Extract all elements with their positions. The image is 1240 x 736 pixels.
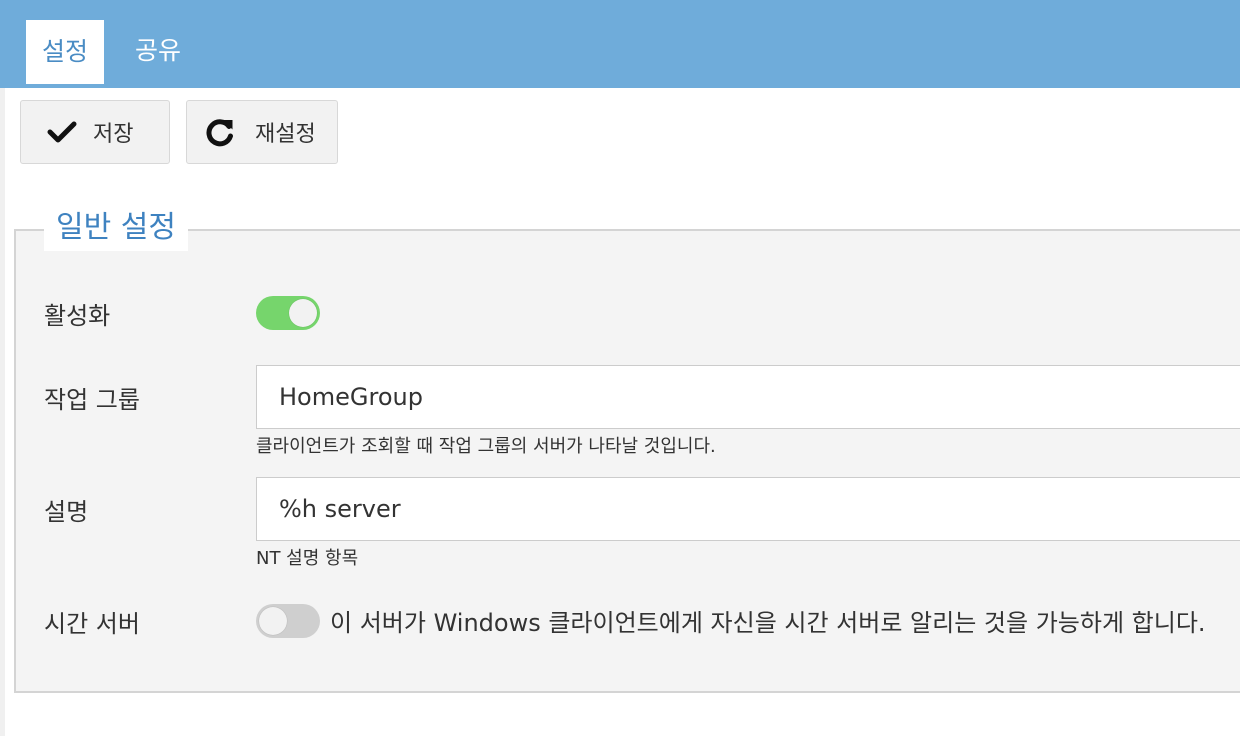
- enable-label: 활성화: [44, 302, 111, 330]
- workgroup-input[interactable]: [256, 365, 1240, 429]
- tab-settings[interactable]: 설정: [24, 18, 106, 86]
- workgroup-label: 작업 그룹: [44, 386, 140, 414]
- reset-button[interactable]: 재설정: [186, 100, 338, 164]
- tab-share[interactable]: 공유: [122, 16, 194, 86]
- tab-bar: 설정 공유: [0, 0, 1240, 88]
- description-input[interactable]: [256, 477, 1240, 541]
- toggle-knob: [259, 607, 287, 635]
- left-edge-divider: [0, 88, 5, 736]
- workgroup-help-text: 클라이언트가 조회할 때 작업 그룹의 서버가 나타날 것입니다.: [256, 436, 716, 457]
- reset-button-label: 재설정: [255, 122, 316, 147]
- description-help-text: NT 설명 항목: [256, 548, 359, 569]
- timeserver-toggle[interactable]: [256, 604, 320, 638]
- section-legend: 일반 설정: [44, 205, 188, 251]
- check-icon: [47, 117, 77, 147]
- timeserver-label: 시간 서버: [44, 610, 140, 638]
- save-button[interactable]: 저장: [20, 100, 170, 164]
- timeserver-description: 이 서버가 Windows 클라이언트에게 자신을 시간 서버로 알리는 것을 …: [330, 609, 1206, 637]
- toggle-knob: [289, 299, 317, 327]
- description-label: 설명: [44, 498, 89, 526]
- save-button-label: 저장: [93, 122, 134, 147]
- enable-toggle[interactable]: [256, 296, 320, 330]
- refresh-icon: [205, 117, 235, 147]
- settings-page: 설정 공유 저장 재설정 일반 설정 활성화 작업 그룹 클라이언트가 조회할 …: [0, 0, 1240, 736]
